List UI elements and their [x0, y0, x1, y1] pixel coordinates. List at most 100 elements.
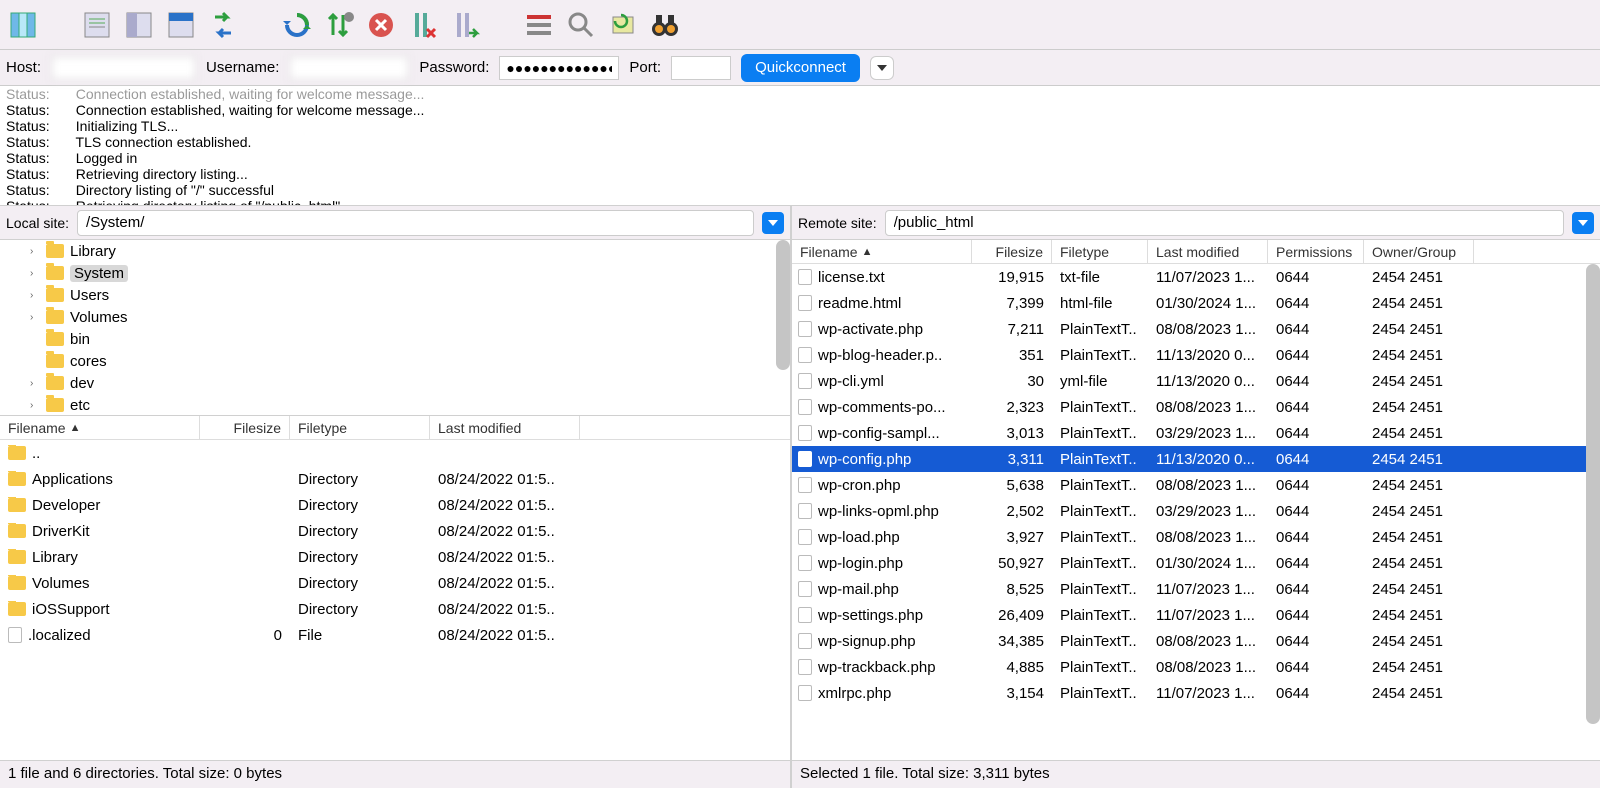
file-row[interactable]: license.txt 19,915 txt-file 11/07/2023 1…	[792, 264, 1600, 290]
file-row[interactable]: wp-mail.php 8,525 PlainTextT.. 11/07/202…	[792, 576, 1600, 602]
sync-browse-icon[interactable]	[204, 6, 242, 44]
remote-file-list[interactable]: license.txt 19,915 txt-file 11/07/2023 1…	[792, 264, 1600, 760]
tree-item[interactable]: ›System	[0, 262, 790, 284]
password-input[interactable]	[499, 56, 619, 80]
file-row[interactable]: Volumes Directory 08/24/2022 01:5..	[0, 570, 790, 596]
col-permissions[interactable]: Permissions	[1268, 240, 1364, 263]
file-modified: 08/24/2022 01:5..	[430, 601, 580, 618]
remote-path-dropdown[interactable]	[1572, 212, 1594, 234]
scrollbar[interactable]	[776, 240, 790, 370]
file-name: Volumes	[32, 575, 90, 592]
file-row[interactable]: wp-settings.php 26,409 PlainTextT.. 11/0…	[792, 602, 1600, 628]
file-icon	[798, 503, 812, 519]
file-row[interactable]: wp-activate.php 7,211 PlainTextT.. 08/08…	[792, 316, 1600, 342]
col-filesize[interactable]: Filesize	[200, 416, 290, 439]
cancel-icon[interactable]	[362, 6, 400, 44]
file-size: 8,525	[972, 581, 1052, 598]
col-filename[interactable]: Filename▲	[0, 416, 200, 439]
tree-item[interactable]: bin	[0, 328, 790, 350]
username-input[interactable]	[289, 56, 409, 80]
tree-item[interactable]: ›Volumes	[0, 306, 790, 328]
col-filesize[interactable]: Filesize	[972, 240, 1052, 263]
file-row[interactable]: iOSSupport Directory 08/24/2022 01:5..	[0, 596, 790, 622]
file-icon	[798, 477, 812, 493]
file-row[interactable]: ..	[0, 440, 790, 466]
binoculars-icon[interactable]	[646, 6, 684, 44]
file-name: Applications	[32, 471, 113, 488]
file-type: PlainTextT..	[1052, 451, 1148, 468]
scrollbar[interactable]	[1586, 264, 1600, 724]
local-path-dropdown[interactable]	[762, 212, 784, 234]
host-input[interactable]	[51, 56, 196, 80]
local-site-bar: Local site:	[0, 206, 790, 240]
file-modified: 08/08/2023 1...	[1148, 529, 1268, 546]
compare-icon[interactable]	[604, 6, 642, 44]
file-row[interactable]: wp-comments-po... 2,323 PlainTextT.. 08/…	[792, 394, 1600, 420]
tree-item[interactable]: ›Library	[0, 240, 790, 262]
tree-item[interactable]: ›Users	[0, 284, 790, 306]
file-name: wp-login.php	[818, 555, 903, 572]
file-row[interactable]: wp-login.php 50,927 PlainTextT.. 01/30/2…	[792, 550, 1600, 576]
col-modified[interactable]: Last modified	[1148, 240, 1268, 263]
log-row: Status: Retrieving directory listing of …	[6, 198, 1594, 206]
sitemanager-icon[interactable]	[4, 6, 42, 44]
file-owner: 2454 2451	[1364, 555, 1474, 572]
file-row[interactable]: Library Directory 08/24/2022 01:5..	[0, 544, 790, 570]
local-file-list[interactable]: .. Applications Directory 08/24/2022 01:…	[0, 440, 790, 760]
toggle-tree-icon[interactable]	[120, 6, 158, 44]
local-tree[interactable]: ›Library›System›Users›Volumesbincores›de…	[0, 240, 790, 416]
file-row[interactable]: wp-config.php 3,311 PlainTextT.. 11/13/2…	[792, 446, 1600, 472]
quickconnect-dropdown[interactable]	[870, 56, 894, 80]
local-site-label: Local site:	[6, 215, 69, 231]
remote-site-label: Remote site:	[798, 215, 877, 231]
file-size: 3,927	[972, 529, 1052, 546]
process-queue-icon[interactable]	[320, 6, 358, 44]
file-type: PlainTextT..	[1052, 321, 1148, 338]
file-row[interactable]: wp-config-sampl... 3,013 PlainTextT.. 03…	[792, 420, 1600, 446]
col-owner[interactable]: Owner/Group	[1364, 240, 1474, 263]
col-filetype[interactable]: Filetype	[290, 416, 430, 439]
file-name: wp-mail.php	[818, 581, 899, 598]
folder-icon	[8, 524, 26, 538]
message-log[interactable]: Status: Connection established, waiting …	[0, 86, 1600, 206]
file-name: wp-comments-po...	[818, 399, 946, 416]
file-row[interactable]: wp-trackback.php 4,885 PlainTextT.. 08/0…	[792, 654, 1600, 680]
file-row[interactable]: wp-signup.php 34,385 PlainTextT.. 08/08/…	[792, 628, 1600, 654]
col-filename[interactable]: Filename▲	[792, 240, 972, 263]
search-icon[interactable]	[562, 6, 600, 44]
file-row[interactable]: readme.html 7,399 html-file 01/30/2024 1…	[792, 290, 1600, 316]
file-type: File	[290, 627, 430, 644]
file-name: wp-signup.php	[818, 633, 916, 650]
col-filetype[interactable]: Filetype	[1052, 240, 1148, 263]
toggle-log-icon[interactable]	[78, 6, 116, 44]
tree-item[interactable]: ›etc	[0, 394, 790, 416]
file-modified: 11/13/2020 0...	[1148, 373, 1268, 390]
filter-icon[interactable]	[520, 6, 558, 44]
tree-item[interactable]: ›dev	[0, 372, 790, 394]
col-modified[interactable]: Last modified	[430, 416, 580, 439]
local-path-input[interactable]	[77, 210, 754, 236]
file-row[interactable]: xmlrpc.php 3,154 PlainTextT.. 11/07/2023…	[792, 680, 1600, 706]
file-row[interactable]: wp-blog-header.p.. 351 PlainTextT.. 11/1…	[792, 342, 1600, 368]
reconnect-icon[interactable]	[446, 6, 484, 44]
disconnect-icon[interactable]	[404, 6, 442, 44]
tree-item[interactable]: cores	[0, 350, 790, 372]
file-name: wp-config-sampl...	[818, 425, 940, 442]
file-row[interactable]: Developer Directory 08/24/2022 01:5..	[0, 492, 790, 518]
file-row[interactable]: wp-cli.yml 30 yml-file 11/13/2020 0... 0…	[792, 368, 1600, 394]
file-size: 351	[972, 347, 1052, 364]
file-row[interactable]: wp-cron.php 5,638 PlainTextT.. 08/08/202…	[792, 472, 1600, 498]
toggle-queue-icon[interactable]	[162, 6, 200, 44]
refresh-icon[interactable]	[278, 6, 316, 44]
file-size: 2,502	[972, 503, 1052, 520]
quickconnect-button[interactable]: Quickconnect	[741, 54, 860, 82]
file-row[interactable]: DriverKit Directory 08/24/2022 01:5..	[0, 518, 790, 544]
file-row[interactable]: Applications Directory 08/24/2022 01:5..	[0, 466, 790, 492]
file-name: wp-links-opml.php	[818, 503, 939, 520]
file-row[interactable]: .localized 0 File 08/24/2022 01:5..	[0, 622, 790, 648]
file-row[interactable]: wp-load.php 3,927 PlainTextT.. 08/08/202…	[792, 524, 1600, 550]
port-input[interactable]	[671, 56, 731, 80]
remote-path-input[interactable]	[885, 210, 1564, 236]
file-row[interactable]: wp-links-opml.php 2,502 PlainTextT.. 03/…	[792, 498, 1600, 524]
local-status: 1 file and 6 directories. Total size: 0 …	[0, 760, 790, 788]
